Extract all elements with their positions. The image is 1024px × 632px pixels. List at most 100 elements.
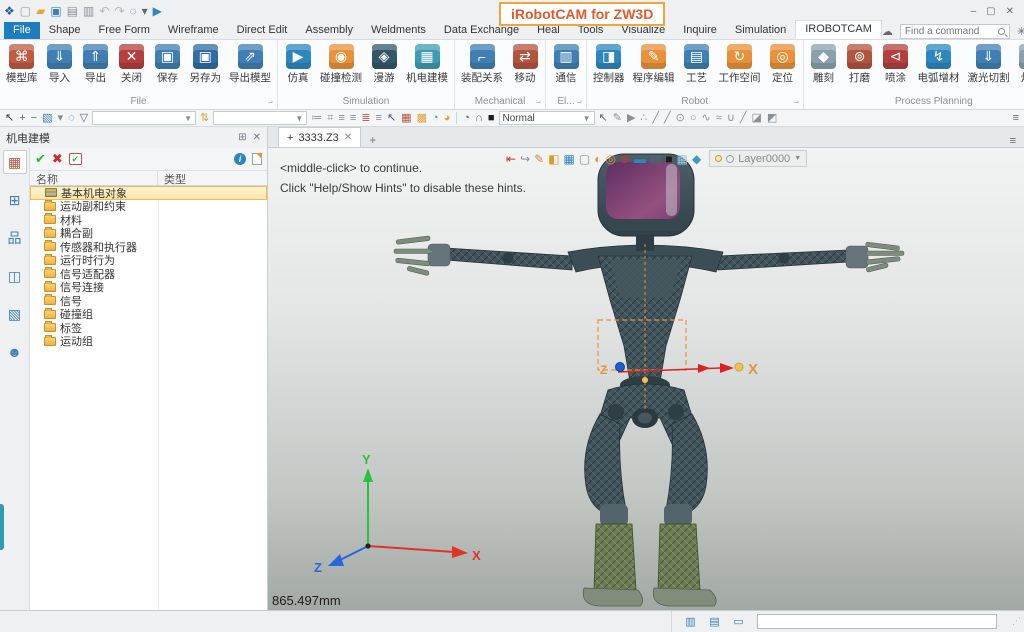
close-button[interactable]: ✕ 关闭 (114, 42, 150, 87)
walkthrough-button[interactable]: ◈ 漫游 (366, 42, 402, 87)
confirm-icon[interactable]: ✔ (35, 151, 46, 167)
engrave-button[interactable]: ◆ 雕刻 (806, 42, 842, 87)
export-model-button[interactable]: ⇗ 导出模型 (225, 42, 275, 87)
play-icon[interactable]: ▶ (153, 4, 162, 18)
spray-button[interactable]: ⊲ 喷涂 (878, 42, 914, 87)
close-tab-icon[interactable]: ✕ (344, 132, 352, 143)
side-tab[interactable]: ⊞ (3, 188, 27, 212)
robot-model[interactable]: X Z Y X Z (268, 148, 1024, 610)
save-icon[interactable]: ▣ (50, 4, 61, 18)
selection-circle-icon[interactable]: ◌ (67, 111, 76, 126)
save-as-button[interactable]: ▣ 另存为 (186, 42, 226, 87)
wireframe-view-icon[interactable]: ▢ (579, 151, 590, 167)
polyline-icon[interactable]: ∿ (701, 111, 712, 126)
print-icon[interactable]: ▤ (67, 4, 78, 18)
close-panel-icon[interactable]: ✕ (253, 132, 261, 143)
cancel-icon[interactable]: ✖ (52, 151, 63, 167)
status-input[interactable] (757, 614, 997, 629)
render-mode-combo[interactable]: Normal▼ (499, 111, 595, 125)
close-window-icon[interactable]: ✕ (1006, 6, 1014, 17)
toolbar-overflow-icon[interactable]: ≡ (1012, 111, 1020, 126)
cam-icon[interactable]: ▩ (416, 111, 428, 126)
save-button[interactable]: ▣ 保存 (150, 42, 186, 87)
command-search-input[interactable] (905, 26, 998, 37)
move-button[interactable]: ⇄ 移动 (507, 42, 543, 87)
dialog-launcher-icon[interactable]: ⌐ (794, 98, 799, 107)
ribbon-tab[interactable]: Simulation (726, 22, 795, 39)
bracket-icon[interactable]: ∩ (474, 111, 484, 126)
level-icon[interactable]: ≡ (337, 111, 345, 126)
arc-icon[interactable]: ∪ (726, 111, 736, 126)
pick-filter-icon[interactable]: ◌ (130, 4, 137, 18)
controller-button[interactable]: ◨ 控制器 (589, 42, 629, 87)
target-icon[interactable]: ⊕ (620, 151, 630, 167)
new-file-icon[interactable]: ▢ (20, 4, 31, 18)
qat-dropdown-icon[interactable]: ▾ (142, 4, 148, 18)
side-tab[interactable]: ☻ (3, 340, 27, 364)
add-icon[interactable]: + (18, 111, 26, 126)
level-color-icon[interactable]: ≣ (360, 111, 371, 126)
column-name[interactable]: 名称 (30, 171, 158, 185)
caret-icon[interactable]: ▾ (57, 111, 65, 126)
spline-icon[interactable]: ≈ (715, 111, 723, 126)
app-logo-icon[interactable]: ❖ (4, 4, 15, 18)
emc-browser-icon[interactable]: ▥ (682, 614, 699, 629)
sketch-icon[interactable]: ✎ (534, 151, 544, 167)
print-preview-icon[interactable]: ▥ (83, 4, 94, 18)
filter-icon[interactable]: ▽ (79, 111, 89, 126)
section-icon[interactable]: ▬ (634, 151, 646, 167)
grid-swatch-icon[interactable]: ▦ (677, 151, 688, 167)
communication-button[interactable]: ▥ 通信 (548, 42, 584, 87)
document-tab[interactable]: + 3333.Z3 ✕ (278, 127, 361, 147)
dialog-launcher-icon[interactable]: ⌐ (268, 98, 273, 107)
laser-cut-button[interactable]: ⇓ 激光切割 (964, 42, 1014, 87)
resize-grip[interactable]: ⋰ (1012, 616, 1021, 627)
clock-icon[interactable]: ◔ (462, 111, 471, 126)
maximize-window-icon[interactable]: ▢ (986, 6, 995, 17)
ribbon-tab[interactable]: Shape (40, 22, 90, 39)
export-button[interactable]: ⇑ 导出 (78, 42, 114, 87)
swatch-icon[interactable]: ■ (487, 111, 496, 126)
viewport[interactable]: X Z Y X Z (268, 148, 1024, 610)
run-icon[interactable]: ▶ (626, 111, 636, 126)
panel-grabber[interactable] (0, 504, 4, 550)
collision-check-button[interactable]: ◉ 碰撞检测 (316, 42, 366, 87)
sliders-icon[interactable]: ≔ (310, 111, 323, 126)
model-library-button[interactable]: ⌘ 模型库 (2, 42, 42, 87)
tray-icon[interactable]: ◕ (443, 111, 452, 126)
ray-icon[interactable]: ╱ (739, 111, 748, 126)
ribbon-tab[interactable]: Direct Edit (228, 22, 297, 39)
side-tab[interactable]: ▧ (3, 302, 27, 326)
zoom-view-icon[interactable]: ◎ (605, 151, 615, 167)
ribbon-tab[interactable]: Assembly (296, 22, 362, 39)
positioning-button[interactable]: ◎ 定位 (765, 42, 801, 87)
paint-icon[interactable]: ◧ (548, 151, 559, 167)
appearance-icon[interactable]: ◐ (594, 151, 601, 167)
selection-set-combo[interactable]: ▼ (213, 111, 307, 125)
sheet-icon[interactable]: ▦ (400, 111, 412, 126)
column-type[interactable]: 类型 (158, 171, 267, 185)
command-search[interactable] (900, 24, 1010, 39)
apply-check-icon[interactable]: ✔ (69, 153, 82, 165)
undo-icon[interactable]: ↶ (99, 4, 109, 18)
workspace-button[interactable]: ↻ 工作空间 (715, 42, 765, 87)
new-tab-button[interactable]: + (361, 133, 384, 147)
circle-point-icon[interactable]: ⊙ (675, 111, 686, 126)
prompt-window-icon[interactable]: ▭ (730, 614, 747, 629)
info-icon[interactable]: i (234, 153, 246, 165)
tree-row[interactable]: 运动组 (30, 335, 267, 349)
dialog-launcher-icon[interactable]: ⌐ (577, 98, 582, 107)
import-button[interactable]: ⇓ 导入 (42, 42, 78, 87)
face-icon[interactable]: ◪ (751, 111, 763, 126)
process-button[interactable]: ▤ 工艺 (679, 42, 715, 87)
face2-icon[interactable]: ◩ (766, 111, 778, 126)
settings-gear-icon[interactable]: ✳ (1017, 25, 1024, 38)
display-mode-icon[interactable]: ▤ (706, 614, 723, 629)
polish-button[interactable]: ⊚ 打磨 (842, 42, 878, 87)
time-icon[interactable]: ◔ (431, 111, 440, 126)
display-monitor-icon[interactable]: ▤ (650, 151, 661, 167)
simulate-button[interactable]: ▶ 仿真 (280, 42, 316, 87)
cursor-icon[interactable]: ↖ (386, 111, 397, 126)
emc-modeling-button[interactable]: ▦ 机电建模 (402, 42, 452, 87)
background-swatch-icon[interactable]: ■ (665, 151, 672, 167)
